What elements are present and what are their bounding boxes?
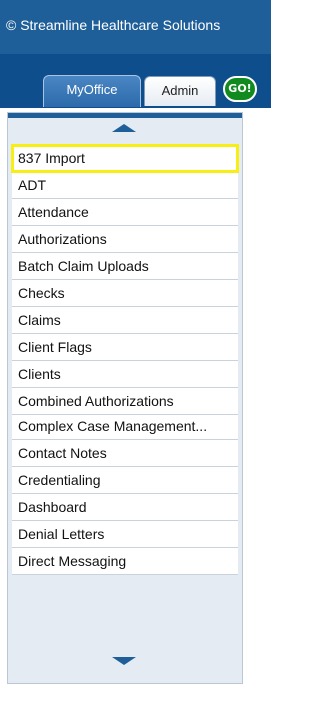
menu-item-direct-messaging[interactable]: Direct Messaging — [12, 548, 238, 575]
menu-item-837-import[interactable]: 837 Import — [11, 144, 239, 173]
menu-list: 837 Import ADT Attendance Authorizations… — [11, 144, 239, 575]
menu-item-denial-letters[interactable]: Denial Letters — [12, 521, 238, 548]
menu-item-checks[interactable]: Checks — [12, 280, 238, 307]
menu-item-adt[interactable]: ADT — [12, 172, 238, 199]
menu-item-attendance[interactable]: Attendance — [12, 199, 238, 226]
triangle-down-icon — [112, 657, 136, 665]
go-button[interactable]: GO! — [223, 76, 257, 102]
menu-item-dashboard[interactable]: Dashboard — [12, 494, 238, 521]
scroll-down-button[interactable] — [8, 651, 242, 673]
menu-item-complex-case-management[interactable]: Complex Case Management... — [12, 415, 238, 440]
copyright-text: © Streamline Healthcare Solutions — [6, 17, 221, 33]
menu-item-authorizations[interactable]: Authorizations — [12, 226, 238, 253]
app-window: © Streamline Healthcare Solutions MyOffi… — [0, 0, 271, 713]
scroll-up-button[interactable] — [8, 118, 242, 144]
menu-item-contact-notes[interactable]: Contact Notes — [12, 440, 238, 467]
triangle-up-icon — [112, 124, 136, 132]
menu-item-credentialing[interactable]: Credentialing — [12, 467, 238, 494]
menu-item-clients[interactable]: Clients — [12, 361, 238, 388]
tab-strip: MyOffice Admin GO! — [0, 54, 271, 108]
menu-item-client-flags[interactable]: Client Flags — [12, 334, 238, 361]
tab-myoffice[interactable]: MyOffice — [43, 75, 141, 107]
navigation-panel: 837 Import ADT Attendance Authorizations… — [7, 112, 243, 684]
menu-item-claims[interactable]: Claims — [12, 307, 238, 334]
menu-item-combined-authorizations[interactable]: Combined Authorizations — [12, 388, 238, 415]
header-bar: © Streamline Healthcare Solutions — [0, 0, 271, 54]
tab-admin[interactable]: Admin — [144, 76, 216, 106]
menu-item-batch-claim-uploads[interactable]: Batch Claim Uploads — [12, 253, 238, 280]
